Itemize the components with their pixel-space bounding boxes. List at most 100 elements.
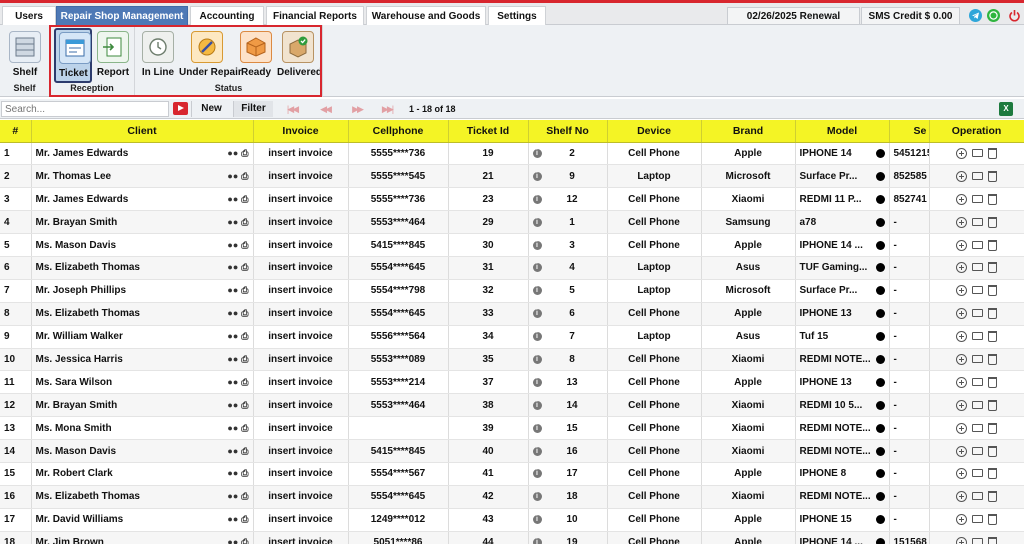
screen-icon[interactable] bbox=[972, 354, 983, 363]
tab-accounting[interactable]: Accounting bbox=[190, 6, 264, 25]
invoice-cell[interactable]: insert invoice bbox=[253, 416, 349, 441]
table-row[interactable]: 14 Ms. Mason Davis ●● ⎙ insert invoice 5415**… bbox=[0, 439, 1024, 463]
chat-icon[interactable]: ●● bbox=[227, 514, 238, 525]
trash-icon[interactable] bbox=[988, 445, 997, 457]
print-icon[interactable]: ⎙ bbox=[241, 262, 248, 273]
screen-icon[interactable] bbox=[972, 217, 983, 226]
screen-icon[interactable] bbox=[972, 240, 983, 249]
table-row[interactable]: 15 Mr. Robert Clark ●● ⎙ insert invoice 5554*… bbox=[0, 462, 1024, 486]
invoice-cell[interactable]: insert invoice bbox=[253, 187, 349, 212]
client-cell[interactable]: Ms. Elizabeth Thomas ●● ⎙ bbox=[31, 302, 254, 326]
screen-icon[interactable] bbox=[972, 377, 983, 386]
trash-icon[interactable] bbox=[988, 514, 997, 526]
add-icon[interactable] bbox=[956, 376, 967, 388]
table-row[interactable]: 17 Mr. David Williams ●● ⎙ insert invoice 124… bbox=[0, 508, 1024, 532]
info-icon[interactable]: i bbox=[532, 469, 542, 479]
print-icon[interactable]: ⎙ bbox=[241, 331, 248, 342]
table-row[interactable]: 9 Mr. William Walker ●● ⎙ insert invoice 5556… bbox=[0, 325, 1024, 349]
chat-icon[interactable]: ●● bbox=[227, 262, 238, 273]
client-cell[interactable]: Mr. James Edwards ●● ⎙ bbox=[31, 187, 254, 212]
tab-financial-reports[interactable]: Financial Reports bbox=[266, 6, 364, 25]
add-icon[interactable] bbox=[956, 308, 967, 320]
tab-warehouse-and-goods[interactable]: Warehouse and Goods bbox=[366, 6, 486, 25]
table-row[interactable]: 1 Mr. James Edwards ●● ⎙ insert invoice 5555*… bbox=[0, 142, 1024, 166]
chat-icon[interactable]: ●● bbox=[227, 446, 238, 457]
info-icon[interactable]: i bbox=[532, 515, 542, 525]
info-icon[interactable]: i bbox=[532, 423, 542, 433]
excel-icon[interactable]: X bbox=[999, 102, 1013, 116]
chat-icon[interactable]: ●● bbox=[227, 240, 238, 251]
table-row[interactable]: 4 Mr. Brayan Smith ●● ⎙ insert invoice 5553**… bbox=[0, 210, 1024, 235]
renewal-membership-link[interactable]: 02/26/2025 Renewal Membership bbox=[727, 7, 860, 40]
first-page-icon[interactable]: |◀◀ bbox=[283, 102, 301, 116]
column-header-client[interactable]: Client bbox=[31, 120, 254, 143]
screen-icon[interactable] bbox=[972, 492, 983, 501]
info-icon[interactable]: i bbox=[532, 538, 542, 544]
print-icon[interactable]: ⎙ bbox=[241, 171, 248, 182]
chat-icon[interactable]: ●● bbox=[227, 537, 238, 544]
screen-icon[interactable] bbox=[972, 148, 983, 157]
trash-icon[interactable] bbox=[988, 308, 997, 320]
chat-icon[interactable]: ●● bbox=[227, 331, 238, 342]
info-icon[interactable]: i bbox=[532, 400, 542, 410]
trash-icon[interactable] bbox=[988, 331, 997, 343]
table-row[interactable]: 3 Mr. James Edwards ●● ⎙ insert invoice 5555*… bbox=[0, 187, 1024, 212]
client-cell[interactable]: Ms. Jessica Harris ●● ⎙ bbox=[31, 348, 254, 372]
print-icon[interactable]: ⎙ bbox=[241, 377, 248, 388]
trash-icon[interactable] bbox=[988, 422, 997, 434]
chat-icon[interactable]: ●● bbox=[227, 400, 238, 411]
table-row[interactable]: 7 Mr. Joseph Phillips ●● ⎙ insert invoice 555… bbox=[0, 279, 1024, 303]
info-icon[interactable]: i bbox=[532, 240, 542, 250]
client-cell[interactable]: Mr. Jim Brown ●● ⎙ bbox=[31, 531, 254, 544]
screen-icon[interactable] bbox=[972, 332, 983, 341]
new-button[interactable]: New bbox=[191, 101, 231, 117]
invoice-cell[interactable]: insert invoice bbox=[253, 256, 349, 280]
chat-icon[interactable]: ●● bbox=[227, 468, 238, 479]
client-cell[interactable]: Ms. Elizabeth Thomas ●● ⎙ bbox=[31, 485, 254, 509]
column-header-cellphone[interactable]: Cellphone bbox=[348, 120, 449, 143]
trash-icon[interactable] bbox=[988, 399, 997, 411]
info-icon[interactable]: i bbox=[532, 492, 542, 502]
invoice-cell[interactable]: insert invoice bbox=[253, 348, 349, 372]
client-cell[interactable]: Mr. David Williams ●● ⎙ bbox=[31, 508, 254, 532]
print-icon[interactable]: ⎙ bbox=[241, 468, 248, 479]
column-header-model[interactable]: Model bbox=[795, 120, 890, 143]
info-icon[interactable]: i bbox=[532, 332, 542, 342]
trash-icon[interactable] bbox=[988, 216, 997, 228]
client-cell[interactable]: Mr. Brayan Smith ●● ⎙ bbox=[31, 393, 254, 418]
table-row[interactable]: 11 Ms. Sara Wilson ●● ⎙ insert invoice 5553**… bbox=[0, 370, 1024, 395]
client-cell[interactable]: Ms. Mason Davis ●● ⎙ bbox=[31, 233, 254, 257]
invoice-cell[interactable]: insert invoice bbox=[253, 462, 349, 486]
screen-icon[interactable] bbox=[972, 400, 983, 409]
whatsapp-icon[interactable] bbox=[987, 9, 1000, 22]
client-cell[interactable]: Mr. Joseph Phillips ●● ⎙ bbox=[31, 279, 254, 303]
trash-icon[interactable] bbox=[988, 353, 997, 365]
add-icon[interactable] bbox=[956, 147, 967, 159]
add-icon[interactable] bbox=[956, 353, 967, 365]
add-icon[interactable] bbox=[956, 514, 967, 526]
screen-icon[interactable] bbox=[972, 263, 983, 272]
add-icon[interactable] bbox=[956, 422, 967, 434]
last-page-icon[interactable]: ▶▶| bbox=[378, 102, 396, 116]
info-icon[interactable]: i bbox=[532, 309, 542, 319]
chat-icon[interactable]: ●● bbox=[227, 148, 238, 159]
screen-icon[interactable] bbox=[972, 469, 983, 478]
sms-credit[interactable]: SMS Credit $ 0.00 bbox=[861, 7, 960, 25]
invoice-cell[interactable]: insert invoice bbox=[253, 233, 349, 257]
table-row[interactable]: 12 Mr. Brayan Smith ●● ⎙ insert invoice 5553*… bbox=[0, 393, 1024, 418]
chat-icon[interactable]: ●● bbox=[227, 377, 238, 388]
previous-page-icon[interactable]: ◀◀ bbox=[316, 102, 334, 116]
add-icon[interactable] bbox=[956, 170, 967, 182]
invoice-cell[interactable]: insert invoice bbox=[253, 210, 349, 235]
table-row[interactable]: 13 Ms. Mona Smith ●● ⎙ insert invoice 39 i 15 Ce… bbox=[0, 416, 1024, 441]
print-icon[interactable]: ⎙ bbox=[241, 537, 248, 544]
add-icon[interactable] bbox=[956, 239, 967, 251]
client-cell[interactable]: Ms. Elizabeth Thomas ●● ⎙ bbox=[31, 256, 254, 280]
invoice-cell[interactable]: insert invoice bbox=[253, 393, 349, 418]
info-icon[interactable]: i bbox=[532, 263, 542, 273]
info-icon[interactable]: i bbox=[532, 377, 542, 387]
trash-icon[interactable] bbox=[988, 537, 997, 544]
table-row[interactable]: 16 Ms. Elizabeth Thomas ●● ⎙ insert invoice 5… bbox=[0, 485, 1024, 509]
table-row[interactable]: 10 Ms. Jessica Harris ●● ⎙ insert invoice 555… bbox=[0, 348, 1024, 372]
search-input[interactable] bbox=[1, 101, 169, 117]
